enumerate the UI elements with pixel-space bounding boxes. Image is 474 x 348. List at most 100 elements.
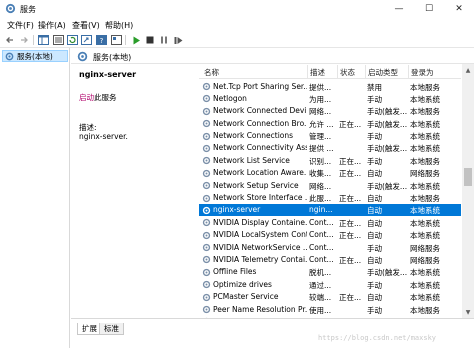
show-console-tree-icon[interactable]	[37, 34, 49, 46]
menu-file[interactable]: 文件(F)	[7, 20, 34, 31]
column-divider[interactable]	[307, 65, 308, 78]
help-icon[interactable]: ?	[95, 34, 107, 46]
service-row[interactable]: NVIDIA NetworkService ... Cont... 手动 网络服务	[199, 241, 461, 253]
service-gear-icon	[202, 194, 211, 202]
service-log-on-as-cell: 本地服务	[410, 305, 440, 315]
svg-text:?: ?	[99, 37, 103, 45]
service-name-cell: Netlogon	[213, 93, 247, 103]
toolbar-separator	[33, 35, 34, 45]
column-header-description[interactable]: 描述	[310, 67, 325, 78]
column-divider[interactable]	[365, 65, 366, 78]
restart-service-icon[interactable]	[172, 34, 184, 46]
service-status-cell: 正在...	[339, 194, 362, 204]
vertical-scrollbar[interactable]: ▲ ▼	[462, 64, 474, 318]
maximize-button[interactable]: ☐	[414, 0, 444, 18]
service-name-cell: Optimize drives	[213, 279, 272, 289]
service-log-on-as-cell: 本地服务	[410, 82, 440, 92]
refresh-icon[interactable]	[66, 34, 78, 46]
column-divider[interactable]	[408, 65, 409, 78]
menu-help[interactable]: 帮助(H)	[105, 20, 133, 31]
service-row[interactable]: NVIDIA LocalSystem Cont... Cont... 正在... 自动…	[199, 229, 461, 241]
close-button[interactable]: ✕	[444, 0, 474, 18]
service-row[interactable]: Network Connectivity Ass... 提供 ... 手动(触发..…	[199, 142, 461, 154]
menu-view[interactable]: 查看(V)	[72, 20, 100, 31]
menu-action[interactable]: 操作(A)	[38, 20, 66, 31]
service-name-cell: Net.Tcp Port Sharing Ser...	[213, 81, 307, 91]
services-gear-icon	[77, 51, 88, 62]
service-row[interactable]: NVIDIA Telemetry Contai... Cont... 正在... 自动…	[199, 253, 461, 265]
start-service-play-icon[interactable]	[130, 34, 142, 46]
column-header-name[interactable]: 名称	[204, 67, 219, 78]
service-description-cell: 允许 ...	[309, 119, 334, 129]
service-row[interactable]: Network Store Interface ... 此服... 正在... 自动 本…	[199, 192, 461, 204]
service-name-cell: NVIDIA Telemetry Contai...	[213, 254, 307, 264]
service-status-cell: 正在...	[339, 255, 362, 265]
service-log-on-as-cell: 本地系统	[410, 280, 440, 290]
service-gear-icon	[202, 169, 211, 177]
services-gear-icon	[5, 3, 16, 14]
service-log-on-as-cell: 本地系统	[410, 132, 440, 142]
service-log-on-as-cell: 本地系统	[410, 293, 440, 303]
service-gear-icon	[202, 120, 211, 128]
service-description-cell: ngin...	[309, 205, 333, 215]
column-divider[interactable]	[337, 65, 338, 78]
stop-service-icon[interactable]	[144, 34, 156, 46]
service-row[interactable]: PCMaster Service 较端... 正在... 自动 本地系统	[199, 291, 461, 303]
tree-item-services-local[interactable]: 服务(本地)	[2, 50, 68, 62]
service-startup-type-cell: 手动	[367, 305, 382, 315]
tab-standard[interactable]: 标准	[99, 323, 124, 335]
service-gear-icon	[202, 95, 211, 103]
column-header-startup-type[interactable]: 启动类型	[368, 67, 398, 78]
watermark: https://blog.csdn.net/maxsky	[318, 334, 437, 342]
service-row[interactable]: Optimize drives 通过... 手动 本地系统	[199, 278, 461, 290]
service-name-cell: Network List Service	[213, 155, 290, 165]
service-status-cell: 正在...	[339, 218, 362, 228]
service-startup-type-cell: 手动	[367, 156, 382, 166]
service-row[interactable]: Network Connection Bro... 允许 ... 正在... 手动(触…	[199, 117, 461, 129]
service-log-on-as-cell: 网络服务	[410, 169, 440, 179]
pause-service-icon[interactable]	[158, 34, 170, 46]
service-log-on-as-cell: 本地服务	[410, 194, 440, 204]
service-row[interactable]: Offline Files 脱机... 手动(触发... 本地系统	[199, 266, 461, 278]
service-gear-icon	[202, 243, 211, 252]
service-gear-icon	[202, 281, 211, 289]
service-row[interactable]: Network List Service 识别... 正在... 手动 本地服务	[199, 154, 461, 166]
service-log-on-as-cell: 网络服务	[410, 255, 440, 265]
column-header-status[interactable]: 状态	[340, 67, 355, 78]
service-description-cell: 脱机...	[309, 268, 332, 278]
export-list-icon[interactable]	[80, 34, 92, 46]
service-row[interactable]: Net.Tcp Port Sharing Ser... 提供... 禁用 本地服务	[199, 80, 461, 92]
service-row[interactable]: Netlogon 为用... 手动 本地系统	[199, 92, 461, 104]
column-header-log-on-as[interactable]: 登录为	[411, 67, 434, 78]
service-log-on-as-cell: 本地系统	[410, 268, 440, 278]
service-row[interactable]: Network Setup Service 网络... 手动(触发... 本地系统	[199, 179, 461, 191]
start-service-link[interactable]: 启动	[79, 93, 94, 102]
properties-grid-icon[interactable]	[52, 34, 64, 46]
view-tabs: 扩展 标准	[71, 318, 474, 348]
service-row[interactable]: Network Location Aware... 收集... 正在... 自动 网络服…	[199, 167, 461, 179]
back-arrow-icon[interactable]	[4, 34, 16, 46]
service-startup-type-cell: 手动(触发...	[367, 119, 407, 129]
service-startup-type-cell: 手动(触发...	[367, 181, 407, 191]
scroll-up-arrow-icon[interactable]: ▲	[462, 64, 474, 76]
forward-arrow-icon[interactable]	[18, 34, 30, 46]
service-log-on-as-cell: 本地系统	[410, 218, 440, 228]
service-description-cell: Cont...	[309, 242, 334, 252]
service-name-cell: Network Store Interface ...	[213, 193, 307, 203]
service-row[interactable]: Peer Name Resolution Pr... 使用... 手动 本地服务	[199, 303, 461, 315]
service-name-cell: Network Location Aware...	[213, 168, 307, 178]
minimize-button[interactable]: —	[384, 0, 414, 18]
service-row[interactable]: Network Connections 管理... 手动 本地系统	[199, 130, 461, 142]
service-row[interactable]: NVIDIA Display Containe... Cont... 正在... 自动…	[199, 216, 461, 228]
window-title: 服务	[20, 5, 36, 14]
service-name-cell: Peer Name Resolution Pr...	[213, 304, 307, 314]
services-header: 服务(本地)	[71, 48, 474, 64]
service-startup-type-cell: 自动	[367, 194, 382, 204]
service-gear-icon	[202, 107, 211, 115]
service-row[interactable]: nginx-server ngin... 自动 本地系统	[199, 203, 461, 217]
view-icon[interactable]	[110, 34, 122, 46]
scrollbar-thumb[interactable]	[464, 168, 472, 186]
scroll-down-arrow-icon[interactable]: ▼	[462, 306, 474, 318]
services-gear-icon	[5, 52, 14, 60]
service-row[interactable]: Network Connected Devi... 网络... 手动(触发... 本地…	[199, 105, 461, 117]
